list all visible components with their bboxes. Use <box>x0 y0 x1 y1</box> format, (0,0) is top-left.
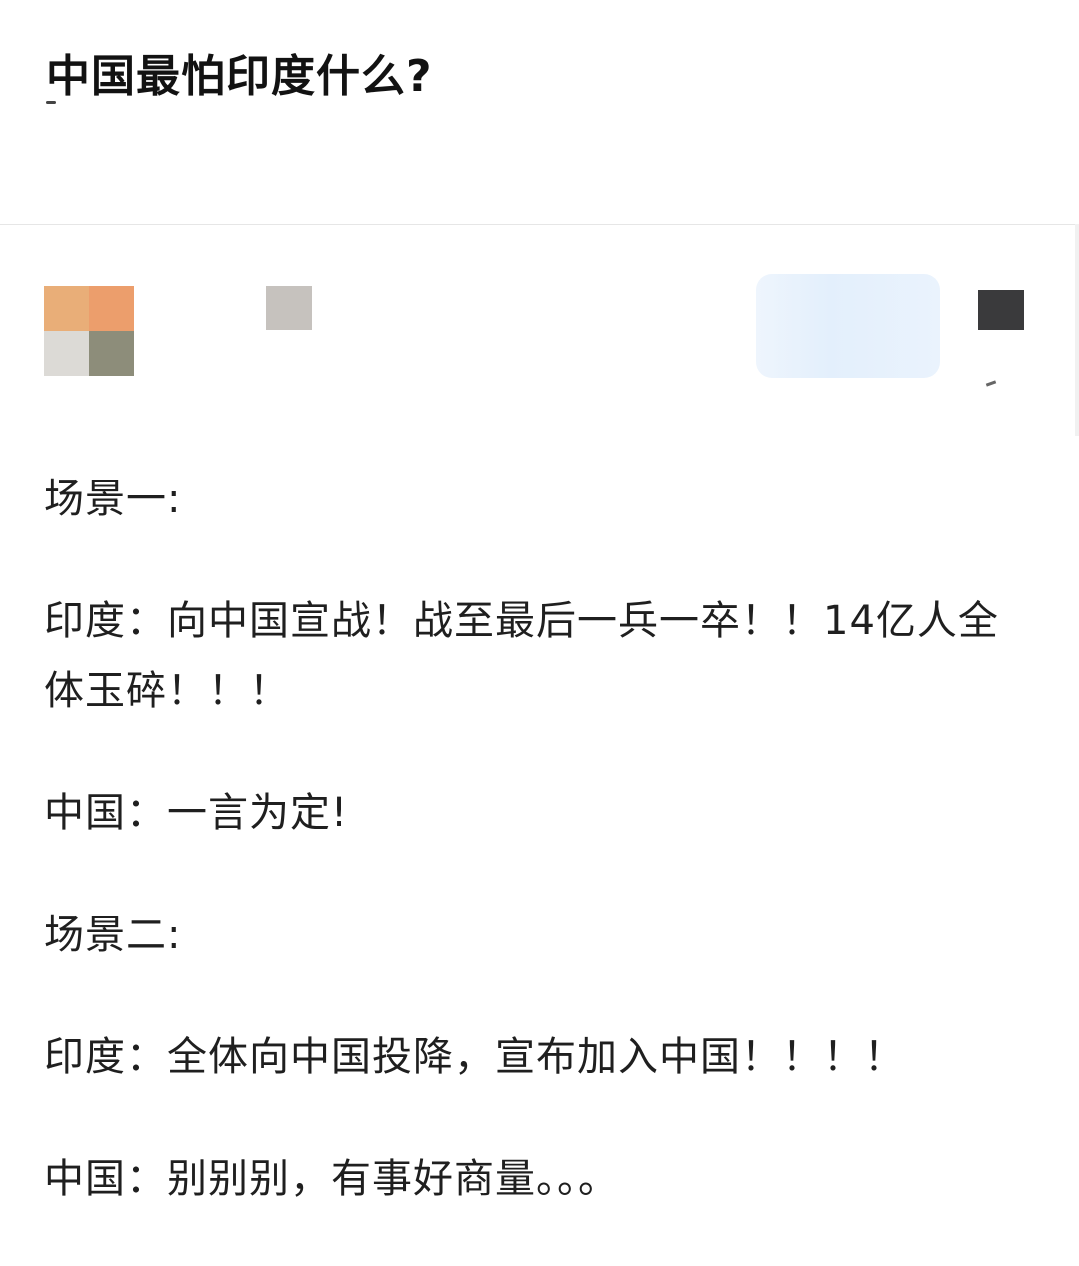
answer-paragraph: 印度：全体向中国投降，宣布加入中国！！！！ <box>44 1034 905 1080</box>
answer-body: 场景一: 印度：向中国宣战！战至最后一兵一卒！！14亿人全体玉碎！！！ 中国：一… <box>44 464 1034 1266</box>
cursor-mark <box>46 101 56 104</box>
avatar[interactable] <box>44 286 134 376</box>
avatar-tile <box>44 331 89 376</box>
author-badge <box>266 286 312 330</box>
author-row <box>0 270 1079 400</box>
more-options-button[interactable] <box>978 290 1024 330</box>
answer-paragraph: 中国：别别别，有事好商量。。。 <box>44 1156 619 1202</box>
chevron-down-icon <box>985 380 997 387</box>
avatar-tile <box>44 286 89 331</box>
scrollbar-edge <box>1075 224 1079 436</box>
answer-paragraph: 场景二: <box>44 912 182 958</box>
answer-paragraph: 中国：一言为定! <box>44 790 349 836</box>
question-header: 中国最怕印度什么? <box>0 0 1079 225</box>
answer-paragraph: 场景一: <box>44 476 182 522</box>
question-title[interactable]: 中国最怕印度什么? <box>46 44 433 110</box>
avatar-tile <box>89 331 134 376</box>
avatar-tile <box>89 286 134 331</box>
answer-paragraph: 印度：向中国宣战！战至最后一兵一卒！！14亿人全体玉碎！！！ <box>44 598 999 714</box>
follow-button[interactable] <box>756 274 940 378</box>
